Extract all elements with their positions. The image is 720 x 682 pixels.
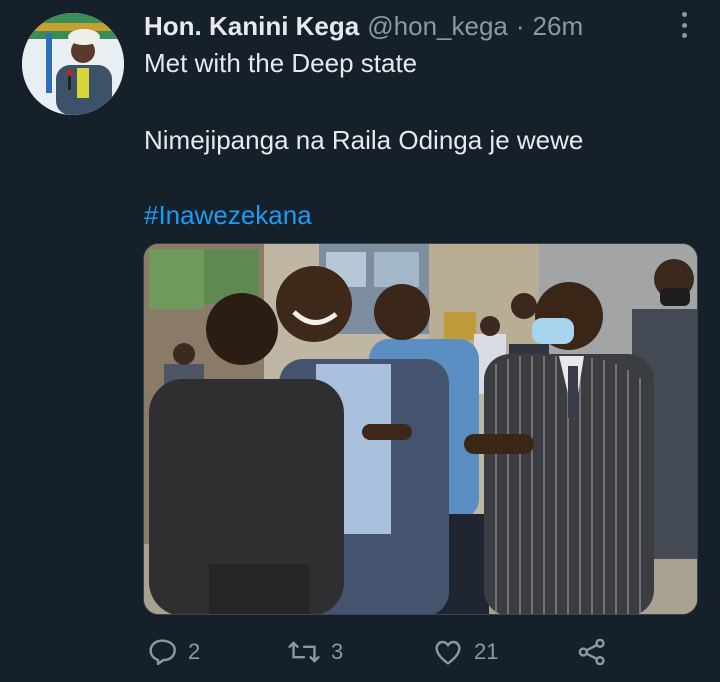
tweet-card[interactable]: Hon. Kanini Kega @hon_kega · 26m Met wit… [0, 0, 720, 682]
retweet-button[interactable]: 3 [287, 632, 343, 672]
tweet-timestamp[interactable]: 26m [533, 11, 584, 42]
retweet-count: 3 [331, 639, 344, 664]
author-name[interactable]: Hon. Kanini Kega [144, 11, 359, 42]
like-icon [435, 640, 461, 665]
hashtag-link[interactable]: #Inawezekana [144, 199, 312, 231]
share-icon [578, 638, 605, 666]
tweet-actions: 2 3 21 [146, 632, 616, 672]
tweet-text-line-2: Nimejipanga na Raila Odinga je wewe [144, 125, 584, 155]
tweet-text-line-1: Met with the Deep state [144, 48, 418, 78]
tweet-header: Hon. Kanini Kega @hon_kega · 26m [144, 8, 583, 44]
avatar[interactable] [22, 13, 124, 115]
share-button[interactable] [576, 632, 608, 672]
reply-icon [149, 639, 176, 666]
separator-dot: · [515, 10, 525, 41]
photo-image [144, 244, 697, 614]
more-options-icon[interactable] [678, 12, 690, 38]
like-count: 21 [474, 639, 499, 664]
retweet-icon [288, 641, 320, 663]
reply-button[interactable]: 2 [146, 632, 200, 672]
reply-count: 2 [188, 639, 201, 664]
tweet-photo[interactable] [143, 243, 698, 615]
author-handle[interactable]: @hon_kega [367, 11, 508, 42]
like-button[interactable]: 21 [432, 632, 498, 672]
avatar-image [22, 13, 124, 115]
